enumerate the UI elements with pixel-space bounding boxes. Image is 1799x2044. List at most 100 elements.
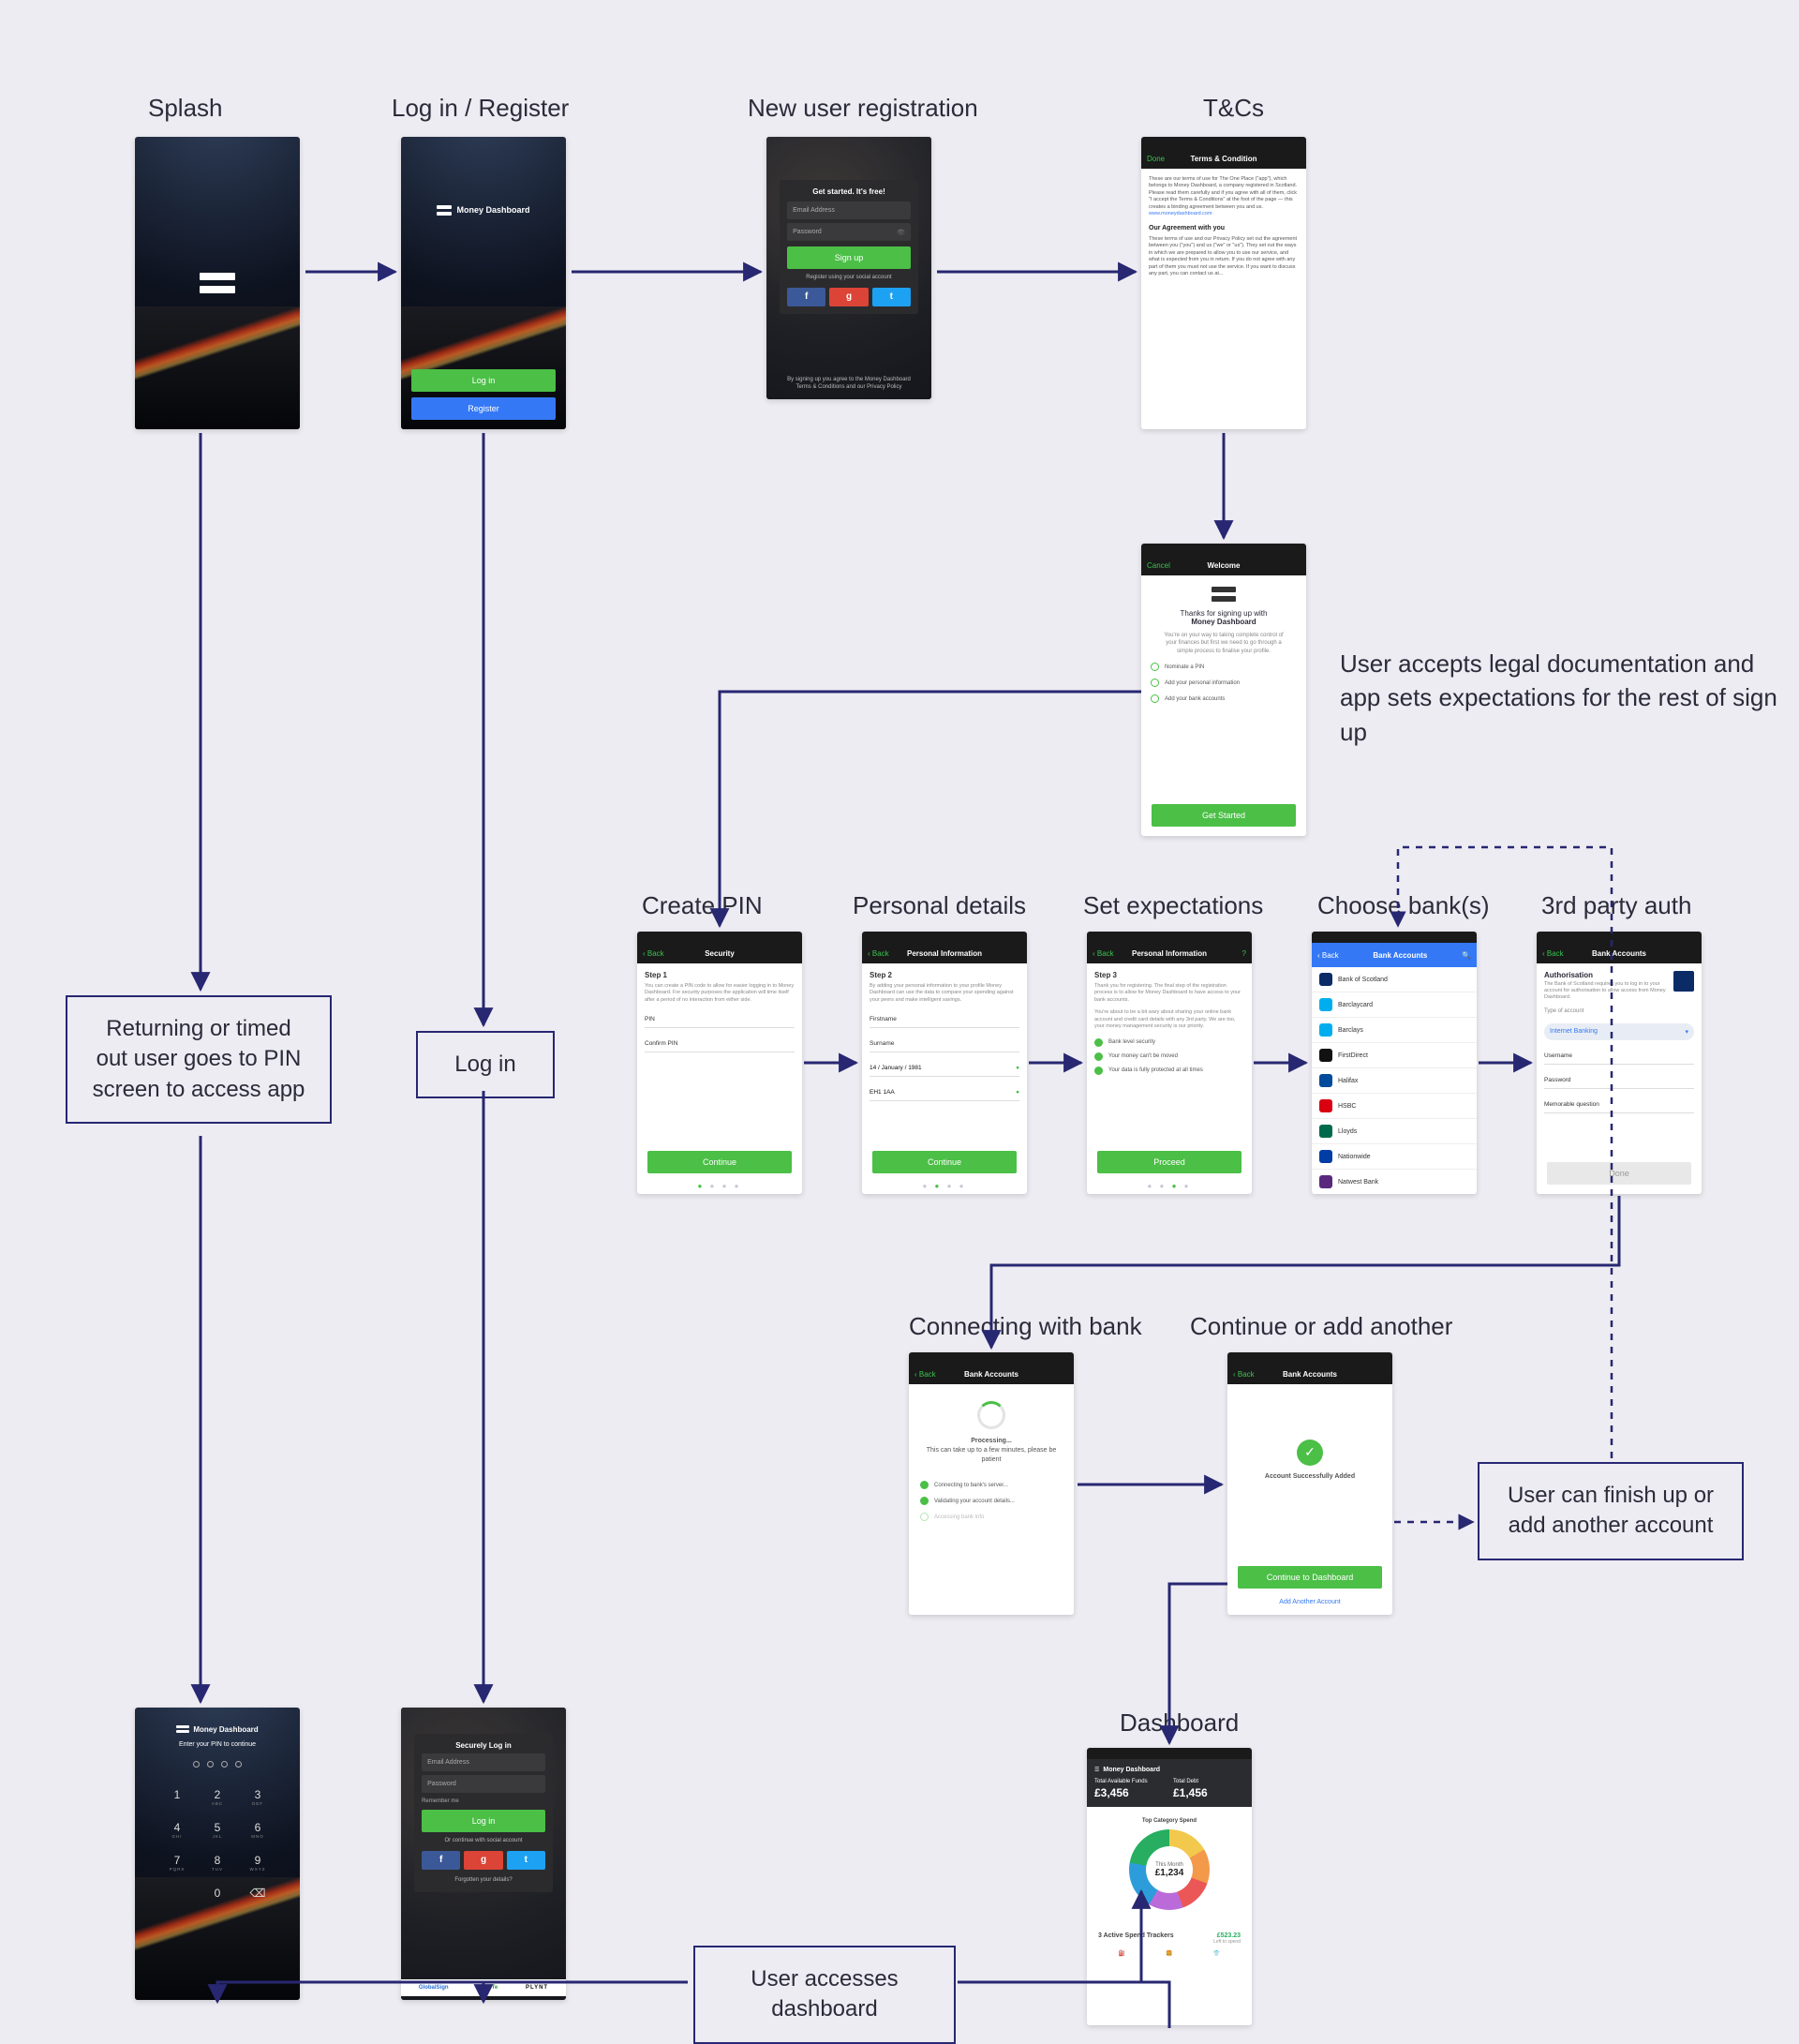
- bank-list[interactable]: Bank of Scotland Barclaycard BarclaysFirst…: [1312, 967, 1477, 1194]
- tracker-icon: 🍔: [1166, 1950, 1172, 1957]
- card-trackers[interactable]: 3 Active Spend Trackers £523.23 Left to …: [1093, 1927, 1246, 1962]
- processing-sub: This can take up to a few minutes, pleas…: [927, 1447, 1057, 1463]
- bal1-label: Total Available Funds: [1094, 1779, 1166, 1784]
- twitter-button[interactable]: t: [872, 288, 911, 306]
- tc-agreement: These terms of use and our Privacy Polic…: [1149, 236, 1299, 278]
- remember-me-toggle[interactable]: Remember me: [422, 1798, 545, 1804]
- bank-row[interactable]: Barclaycard: [1312, 992, 1477, 1018]
- twitter-button[interactable]: t: [507, 1851, 545, 1870]
- progress-1: Connecting to bank's server...: [920, 1481, 1063, 1489]
- bank-row[interactable]: Nationwide: [1312, 1144, 1477, 1170]
- nav-back[interactable]: ‹ Back: [1542, 949, 1580, 958]
- phone-set-expectations: ‹ BackPersonal Information? Step 3 Thank…: [1087, 932, 1252, 1194]
- pin-input[interactable]: PIN: [645, 1011, 795, 1028]
- nav-back[interactable]: ‹ Back: [643, 949, 680, 958]
- done-button[interactable]: Done: [1547, 1162, 1692, 1185]
- password-input[interactable]: Password: [787, 223, 911, 241]
- keypad-key[interactable]: [170, 1887, 186, 1900]
- keypad-key[interactable]: ⌫: [250, 1887, 266, 1900]
- terms-body[interactable]: These are our terms of use for The One P…: [1141, 169, 1306, 286]
- card-top-category[interactable]: Top Category Spend This Month£1,234: [1093, 1813, 1246, 1921]
- login-button[interactable]: Log in: [411, 369, 557, 392]
- bank-row[interactable]: Barclays: [1312, 1018, 1477, 1043]
- bank-icon: [1319, 973, 1332, 986]
- keypad-key[interactable]: 1: [170, 1788, 186, 1806]
- nav-cancel[interactable]: Cancel: [1147, 561, 1184, 570]
- bank-name: Barclaycard: [1338, 1002, 1373, 1008]
- keypad-key[interactable]: 9WXYZ: [250, 1854, 266, 1872]
- proceed-button[interactable]: Proceed: [1097, 1151, 1242, 1173]
- note-accepts-legal: User accepts legal documentation and app…: [1340, 647, 1799, 749]
- facebook-button[interactable]: f: [787, 288, 825, 306]
- account-type-select[interactable]: Internet Banking▾: [1544, 1023, 1694, 1040]
- keypad-key[interactable]: 8TUV: [210, 1854, 226, 1872]
- bank-name: Lloyds: [1338, 1128, 1357, 1135]
- google-button[interactable]: g: [464, 1851, 502, 1870]
- nav-done[interactable]: Done: [1147, 155, 1184, 163]
- bank-row[interactable]: Bank of Scotland: [1312, 967, 1477, 992]
- phone-account-added: ‹ BackBank Accounts ✓ Account Successful…: [1227, 1352, 1392, 1615]
- pin-confirm[interactable]: Confirm PIN: [645, 1036, 795, 1052]
- menu-icon[interactable]: ☰: [1094, 1767, 1099, 1773]
- bank-row[interactable]: HSBC: [1312, 1094, 1477, 1119]
- register-button[interactable]: Register: [411, 397, 557, 420]
- nav-title: Personal Information: [905, 949, 984, 958]
- postcode-input[interactable]: EH1 1AA ●: [870, 1084, 1019, 1101]
- dob-input[interactable]: 14 / January / 1981 ●: [870, 1060, 1019, 1077]
- nav-back[interactable]: ‹ Back: [1093, 949, 1130, 958]
- bank-row[interactable]: Halifax: [1312, 1068, 1477, 1094]
- nav-back[interactable]: ‹ Back: [868, 949, 905, 958]
- continue-dashboard-button[interactable]: Continue to Dashboard: [1238, 1566, 1383, 1589]
- step1-h: Step 1: [645, 971, 795, 979]
- google-button[interactable]: g: [829, 288, 868, 306]
- pin-keypad[interactable]: 1 2ABC 3DEF 4GHI 5JKL 6MNO 7PQRS 8TUV 9WXYZ 0 ⌫: [170, 1788, 266, 1900]
- tracker-icon: ⛽: [1119, 1950, 1125, 1957]
- password-input[interactable]: Password: [1544, 1072, 1694, 1089]
- tc-link[interactable]: www.moneydashboard.com: [1149, 211, 1212, 216]
- tc-agreement-heading: Our Agreement with you: [1149, 224, 1299, 232]
- memorable-input[interactable]: Memorable question: [1544, 1097, 1694, 1113]
- step3-p1: Thank you for registering. The final ste…: [1094, 983, 1244, 1004]
- label-set-expectations: Set expectations: [1083, 891, 1263, 920]
- keypad-key[interactable]: 3DEF: [250, 1788, 266, 1806]
- bank-row[interactable]: FirstDirect: [1312, 1043, 1477, 1068]
- keypad-key[interactable]: 0: [210, 1887, 226, 1900]
- continue-button[interactable]: Continue: [647, 1151, 793, 1173]
- signup-button[interactable]: Sign up: [787, 246, 911, 269]
- app-logo-icon: [200, 269, 235, 297]
- bank-row[interactable]: Lloyds: [1312, 1119, 1477, 1144]
- app-logo-icon: [1212, 585, 1236, 604]
- email-input[interactable]: Email Address: [422, 1753, 545, 1771]
- email-input[interactable]: Email Address: [787, 201, 911, 219]
- username-input[interactable]: Username: [1544, 1048, 1694, 1065]
- continue-button[interactable]: Continue: [872, 1151, 1018, 1173]
- bank-icon: [1319, 1049, 1332, 1062]
- app-logo-icon: [176, 1724, 189, 1734]
- bal2-label: Total Debt: [1173, 1779, 1244, 1784]
- search-icon[interactable]: 🔍: [1462, 951, 1471, 960]
- keypad-key[interactable]: 7PQRS: [170, 1854, 186, 1872]
- step2-h: Step 2: [870, 971, 1019, 979]
- chevron-down-icon: ▾: [1685, 1028, 1688, 1036]
- keypad-key[interactable]: 4GHI: [170, 1821, 186, 1839]
- forgot-link[interactable]: Forgotten your details?: [422, 1877, 545, 1885]
- phone-auth: ‹ BackBank Accounts Authorisation The Ba…: [1537, 932, 1702, 1194]
- keypad-key[interactable]: 2ABC: [210, 1788, 226, 1806]
- nav-back[interactable]: ‹ Back: [914, 1370, 952, 1379]
- get-started-button[interactable]: Get Started: [1152, 804, 1297, 827]
- nav-back[interactable]: ‹ Back: [1233, 1370, 1271, 1379]
- bank-row[interactable]: Natwest Bank: [1312, 1170, 1477, 1194]
- password-input[interactable]: Password: [422, 1775, 545, 1793]
- add-another-link[interactable]: Add Another Account: [1227, 1599, 1392, 1605]
- keypad-key[interactable]: 6MNO: [250, 1821, 266, 1839]
- keypad-key[interactable]: 5JKL: [210, 1821, 226, 1839]
- firstname-input[interactable]: Firstname: [870, 1011, 1019, 1028]
- label-dashboard: Dashboard: [1120, 1708, 1239, 1738]
- tracker-icon: 👕: [1213, 1950, 1220, 1957]
- login-button[interactable]: Log in: [422, 1810, 545, 1832]
- facebook-button[interactable]: f: [422, 1851, 460, 1870]
- surname-input[interactable]: Surname: [870, 1036, 1019, 1052]
- step1-p: You can create a PIN code to allow for e…: [645, 983, 795, 1004]
- nav-back[interactable]: ‹ Back: [1317, 951, 1339, 960]
- nav-title: Personal Information: [1130, 949, 1209, 958]
